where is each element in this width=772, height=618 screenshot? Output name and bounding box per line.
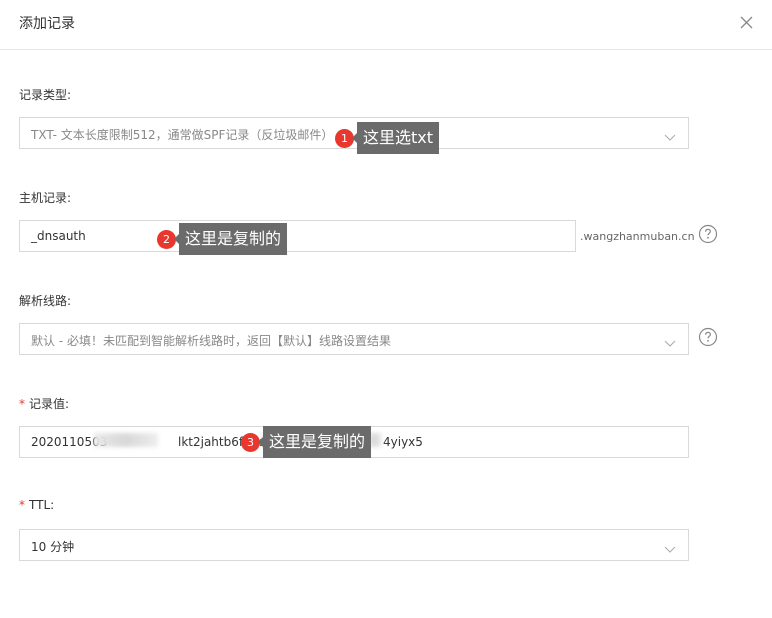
record-type-label: 记录类型: bbox=[19, 88, 72, 102]
domain-suffix: .wangzhanmuban.cn bbox=[580, 230, 695, 243]
ttl-label-text: TTL: bbox=[29, 498, 55, 512]
dialog-header: 添加记录 bbox=[0, 0, 772, 50]
annotation-text: 这里是复制的 bbox=[173, 223, 288, 255]
question-circle-icon[interactable] bbox=[698, 327, 718, 347]
host-input[interactable]: _dnsauth bbox=[19, 220, 576, 252]
record-value-label-text: 记录值: bbox=[29, 397, 70, 411]
required-mark: * bbox=[19, 498, 25, 512]
annotation-text: 这里选txt bbox=[351, 122, 440, 154]
dialog-title: 添加记录 bbox=[19, 16, 75, 32]
ttl-select[interactable]: 10 分钟 bbox=[19, 529, 689, 561]
annotation-text: 这里是复制的 bbox=[257, 426, 372, 458]
record-value-end: 4yiyx5 bbox=[383, 435, 423, 449]
annotation-2: 2 这里是复制的 bbox=[157, 223, 288, 255]
redacted-blur bbox=[94, 433, 158, 447]
line-label: 解析线路: bbox=[19, 294, 72, 308]
host-label: 主机记录: bbox=[19, 191, 72, 205]
chevron-down-icon bbox=[664, 128, 676, 141]
record-value-label: * 记录值: bbox=[19, 395, 69, 412]
record-type-value: TXT- 文本长度限制512，通常做SPF记录（反垃圾邮件） bbox=[31, 128, 334, 142]
annotation-3: 3 这里是复制的 bbox=[241, 426, 372, 458]
ttl-value: 10 分钟 bbox=[31, 540, 75, 554]
line-select[interactable]: 默认 - 必填！未匹配到智能解析线路时，返回【默认】线路设置结果 bbox=[19, 323, 689, 355]
question-circle-icon[interactable] bbox=[698, 224, 718, 244]
required-mark: * bbox=[19, 397, 25, 411]
annotation-1: 1 这里选txt bbox=[335, 122, 440, 154]
close-icon[interactable] bbox=[738, 13, 756, 33]
host-value: _dnsauth bbox=[31, 229, 86, 243]
ttl-label: * TTL: bbox=[19, 498, 54, 512]
chevron-down-icon bbox=[664, 334, 676, 347]
chevron-down-icon bbox=[664, 540, 676, 553]
line-value: 默认 - 必填！未匹配到智能解析线路时，返回【默认】线路设置结果 bbox=[31, 334, 391, 348]
